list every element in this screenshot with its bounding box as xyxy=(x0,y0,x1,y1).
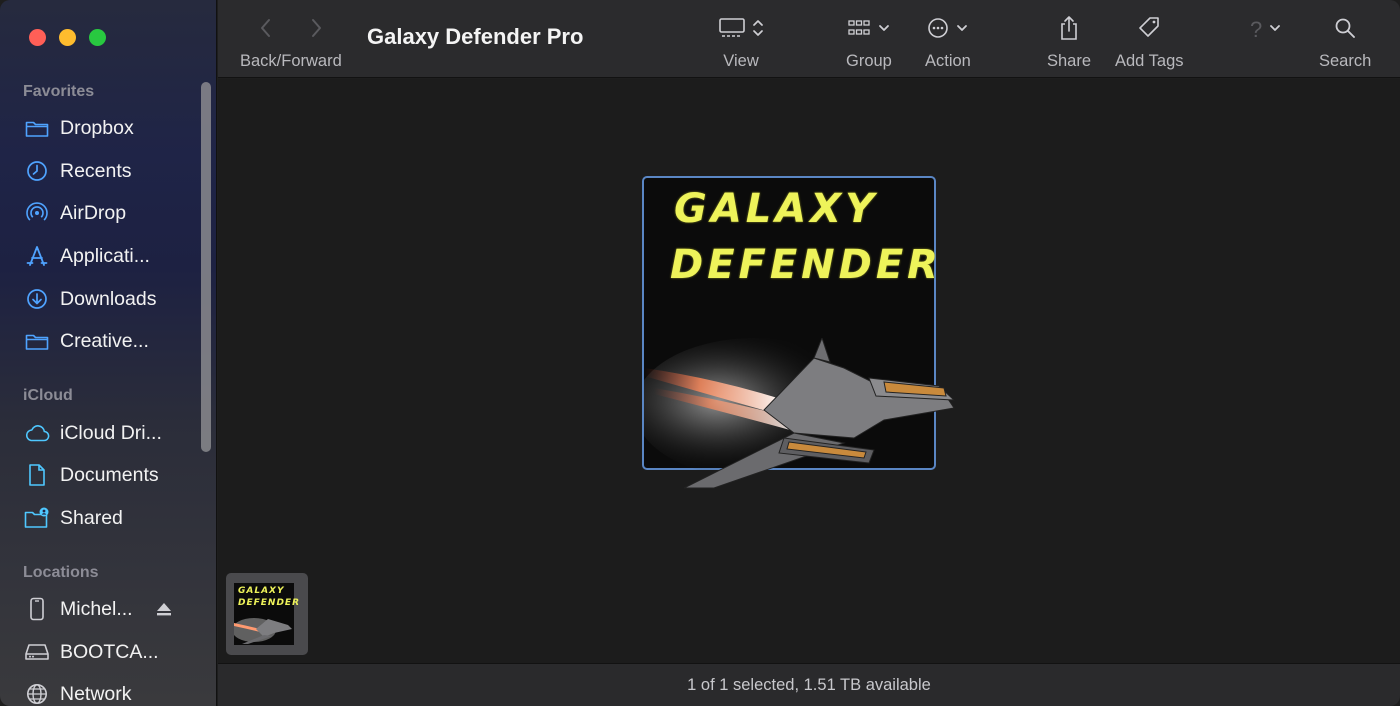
sidebar-item-label: Shared xyxy=(60,506,123,529)
sidebar: Favorites Dropbox Recents AirDrop Applic… xyxy=(0,0,217,706)
back-forward-label: Back/Forward xyxy=(240,52,342,70)
search-icon xyxy=(1334,17,1356,44)
grid-icon xyxy=(847,18,871,43)
applications-icon xyxy=(24,243,50,269)
chevron-down-icon xyxy=(877,21,891,40)
group-label: Group xyxy=(846,52,892,70)
drive-icon xyxy=(24,639,50,665)
thumb-title-line1: GALAXY xyxy=(238,586,285,596)
sidebar-item-label: Creative... xyxy=(60,329,149,352)
help-button[interactable]: ? xyxy=(1250,14,1282,46)
toolbar: Back/Forward Galaxy Defender Pro View Gr… xyxy=(218,0,1400,78)
sidebar-item-label: iCloud Dri... xyxy=(60,421,162,444)
sidebar-item-creative[interactable]: Creative... xyxy=(24,324,204,358)
cloud-icon xyxy=(24,420,50,446)
finder-window: Favorites Dropbox Recents AirDrop Applic… xyxy=(0,0,1400,706)
folder-icon xyxy=(24,115,50,141)
sidebar-item-dropbox[interactable]: Dropbox xyxy=(24,111,204,145)
chevron-right-icon[interactable] xyxy=(304,16,328,45)
add-tags-label: Add Tags xyxy=(1115,52,1184,70)
download-icon xyxy=(24,286,50,312)
window-title: Galaxy Defender Pro xyxy=(367,24,584,49)
sidebar-item-label: Applicati... xyxy=(60,244,150,267)
more-icon xyxy=(927,17,949,44)
view-button[interactable]: View xyxy=(718,14,764,71)
thumbnail-image: GALAXY DEFENDER xyxy=(234,583,299,645)
tag-icon xyxy=(1137,16,1161,45)
file-thumbnail[interactable]: GALAXY DEFENDER xyxy=(226,573,308,655)
sidebar-item-icloud-drive[interactable]: iCloud Dri... xyxy=(24,416,204,450)
sidebar-item-documents[interactable]: Documents xyxy=(24,458,204,492)
airdrop-icon xyxy=(24,200,50,226)
search-label: Search xyxy=(1319,52,1372,70)
sidebar-item-label: Dropbox xyxy=(60,116,134,139)
sidebar-section-icloud: iCloud xyxy=(23,387,73,404)
sidebar-item-label: AirDrop xyxy=(60,201,127,224)
zoom-button[interactable] xyxy=(89,29,106,46)
sidebar-item-shared[interactable]: Shared xyxy=(24,501,204,535)
globe-icon xyxy=(24,681,50,706)
preview-title-line1: GALAXY xyxy=(674,186,879,232)
sidebar-item-phone[interactable]: Michel... xyxy=(24,592,204,626)
action-label: Action xyxy=(925,52,971,70)
view-icon xyxy=(718,17,746,44)
chevron-down-icon xyxy=(955,21,969,40)
sidebar-item-label: Downloads xyxy=(60,287,157,310)
close-button[interactable] xyxy=(29,29,46,46)
thumb-ship-image xyxy=(234,618,292,644)
folder-icon xyxy=(24,328,50,354)
back-forward-control[interactable]: Back/Forward xyxy=(240,14,342,71)
status-bar: 1 of 1 selected, 1.51 TB available xyxy=(218,663,1400,706)
sidebar-item-label: Michel... xyxy=(60,597,133,620)
spaceship-image xyxy=(644,338,956,489)
sidebar-item-recents[interactable]: Recents xyxy=(24,154,204,188)
eject-icon[interactable] xyxy=(155,601,173,617)
help-icon: ? xyxy=(1250,17,1263,42)
sidebar-item-label: Documents xyxy=(60,463,159,486)
thumb-title-line2: DEFENDER xyxy=(238,598,300,608)
share-button[interactable]: Share xyxy=(1047,14,1091,71)
chevron-left-icon[interactable] xyxy=(254,16,278,45)
sidebar-item-label: Network xyxy=(60,682,132,705)
sidebar-item-airdrop[interactable]: AirDrop xyxy=(24,196,204,230)
group-button[interactable]: Group xyxy=(846,14,892,71)
sidebar-item-bootcamp[interactable]: BOOTCA... xyxy=(24,635,204,669)
sidebar-item-applications[interactable]: Applicati... xyxy=(24,239,204,273)
action-button[interactable]: Action xyxy=(925,14,971,71)
share-label: Share xyxy=(1047,52,1092,70)
sidebar-item-label: Recents xyxy=(60,159,132,182)
clock-icon xyxy=(24,158,50,184)
shared-folder-icon xyxy=(24,505,50,531)
view-label: View xyxy=(723,52,759,70)
sidebar-item-network[interactable]: Network xyxy=(24,677,204,706)
sidebar-item-label: BOOTCA... xyxy=(60,640,159,663)
preview-title-line2: DEFENDER xyxy=(670,242,942,288)
chevron-down-icon xyxy=(1268,21,1282,40)
phone-icon xyxy=(24,596,50,622)
sidebar-item-downloads[interactable]: Downloads xyxy=(24,282,204,316)
sidebar-scrollbar[interactable] xyxy=(201,82,211,452)
status-text: 1 of 1 selected, 1.51 TB available xyxy=(687,675,931,694)
window-controls xyxy=(29,29,106,46)
selected-file-preview[interactable]: GALAXY DEFENDER xyxy=(642,176,956,489)
updown-chevron-icon xyxy=(752,18,764,43)
sidebar-section-favorites: Favorites xyxy=(23,83,95,100)
add-tags-button[interactable]: Add Tags xyxy=(1115,14,1184,71)
file-browser-content: GALAXY DEFENDER GALAXY DEFENDER xyxy=(218,79,1400,663)
search-button[interactable]: Search xyxy=(1319,14,1371,71)
document-icon xyxy=(24,462,50,488)
share-icon xyxy=(1058,15,1080,46)
sidebar-section-locations: Locations xyxy=(23,564,99,581)
minimize-button[interactable] xyxy=(59,29,76,46)
